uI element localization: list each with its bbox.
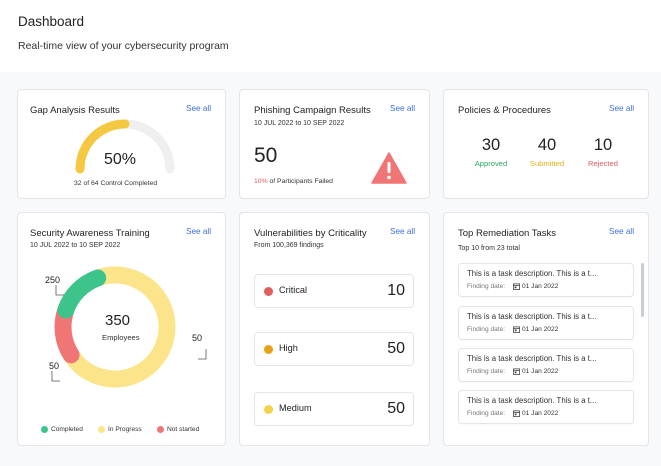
calendar-icon [513, 368, 520, 375]
awareness-card: Security Awareness Training See all 10 J… [17, 212, 226, 446]
task-item[interactable]: This is a task description. This is a t.… [458, 263, 634, 297]
tasks-subtitle: Top 10 from 23 total [458, 245, 520, 252]
legend-dot-in-progress [98, 426, 105, 433]
label-in-progress: 250 [45, 275, 61, 285]
finding-date: 01 Jan 2022 [522, 410, 559, 417]
legend-in-progress: In Progress [108, 426, 142, 433]
rejected-count: 10 [593, 136, 613, 154]
vuln-count: 50 [387, 340, 405, 357]
phishing-card: Phishing Campaign Results See all 10 JUL… [239, 89, 430, 199]
card-title: Policies & Procedures [458, 105, 551, 116]
vuln-row-high[interactable]: High 50 [254, 332, 414, 366]
finding-date-label: Finding date: [467, 283, 506, 290]
approved-label: Approved [474, 159, 508, 168]
vuln-row-critical[interactable]: Critical 10 [254, 274, 414, 308]
vulnerabilities-card: Vulnerabilities by Criticality See all F… [239, 212, 430, 446]
findings-subtitle: From 100,369 findings [254, 242, 324, 249]
label-completed: 50 [49, 361, 60, 371]
see-all-link[interactable]: See all [390, 227, 415, 236]
vuln-count: 50 [387, 400, 405, 417]
card-title: Phishing Campaign Results [254, 105, 371, 116]
critical-dot [264, 287, 273, 296]
card-title: Vulnerabilities by Criticality [254, 228, 367, 239]
finding-date-label: Finding date: [467, 410, 506, 417]
vuln-label: High [279, 343, 298, 353]
see-all-link[interactable]: See all [609, 227, 634, 236]
task-description: This is a task description. This is a t.… [467, 396, 597, 405]
task-description: This is a task description. This is a t.… [467, 354, 597, 363]
remediation-card: Top Remediation Tasks See all Top 10 fro… [443, 212, 649, 446]
calendar-icon [513, 283, 520, 290]
task-description: This is a task description. This is a t.… [467, 269, 597, 278]
gap-analysis-card: Gap Analysis Results See all 50% 32 of 6… [17, 89, 226, 199]
high-dot [264, 345, 273, 354]
awareness-donut [51, 266, 207, 388]
calendar-icon [513, 326, 520, 333]
legend-not-started: Not started [167, 426, 200, 433]
vuln-label: Critical [279, 285, 308, 295]
phishing-caption: 10% of Participants Failed [254, 178, 333, 185]
task-item[interactable]: This is a task description. This is a t.… [458, 390, 634, 424]
finding-date: 01 Jan 2022 [522, 283, 559, 290]
vuln-label: Medium [279, 403, 312, 413]
rejected-label: Rejected [588, 159, 618, 168]
task-description: This is a task description. This is a t.… [467, 312, 597, 321]
label-not-started: 50 [192, 333, 203, 343]
leader-line-50-right [198, 349, 207, 360]
submitted-count: 40 [537, 136, 557, 154]
gap-percent: 50% [104, 151, 137, 168]
page-header: Dashboard Real-time view of your cyberse… [0, 0, 661, 72]
leader-line-50-left [51, 371, 60, 382]
task-item[interactable]: This is a task description. This is a t.… [458, 348, 634, 382]
donut-total-label: Employees [102, 333, 140, 342]
date-range: 10 JUL 2022 to 10 SEP 2022 [254, 120, 345, 127]
page-subtitle: Real-time view of your cybersecurity pro… [18, 40, 229, 52]
legend-completed: Completed [51, 426, 83, 433]
phishing-percent: 10% [254, 178, 268, 185]
phishing-caption-text: of Participants Failed [267, 178, 333, 185]
card-title: Top Remediation Tasks [458, 228, 557, 239]
submitted-label: Submitted [529, 159, 565, 168]
finding-date: 01 Jan 2022 [522, 326, 559, 333]
warning-icon [371, 152, 407, 184]
approved-count: 30 [481, 136, 501, 154]
see-all-link[interactable]: See all [609, 104, 634, 113]
donut-total: 350 [105, 312, 131, 329]
vuln-row-medium[interactable]: Medium 50 [254, 392, 414, 426]
see-all-link[interactable]: See all [390, 104, 415, 113]
gap-caption: 32 of 64 Control Completed [74, 180, 158, 187]
donut-segment-completed [57, 269, 107, 319]
finding-date-label: Finding date: [467, 368, 506, 375]
tasks-scrollbar[interactable] [641, 263, 644, 317]
finding-date-label: Finding date: [467, 326, 506, 333]
page-title: Dashboard [18, 14, 85, 29]
task-item[interactable]: This is a task description. This is a t.… [458, 306, 634, 340]
phishing-value: 50 [254, 144, 278, 167]
policies-card: Policies & Procedures See all 30 Approve… [443, 89, 649, 199]
vuln-count: 10 [387, 282, 405, 299]
legend-dot-completed [41, 426, 48, 433]
legend-dot-not-started [157, 426, 164, 433]
medium-dot [264, 405, 273, 414]
finding-date: 01 Jan 2022 [522, 368, 559, 375]
calendar-icon [513, 410, 520, 417]
leader-line-250 [55, 285, 64, 296]
